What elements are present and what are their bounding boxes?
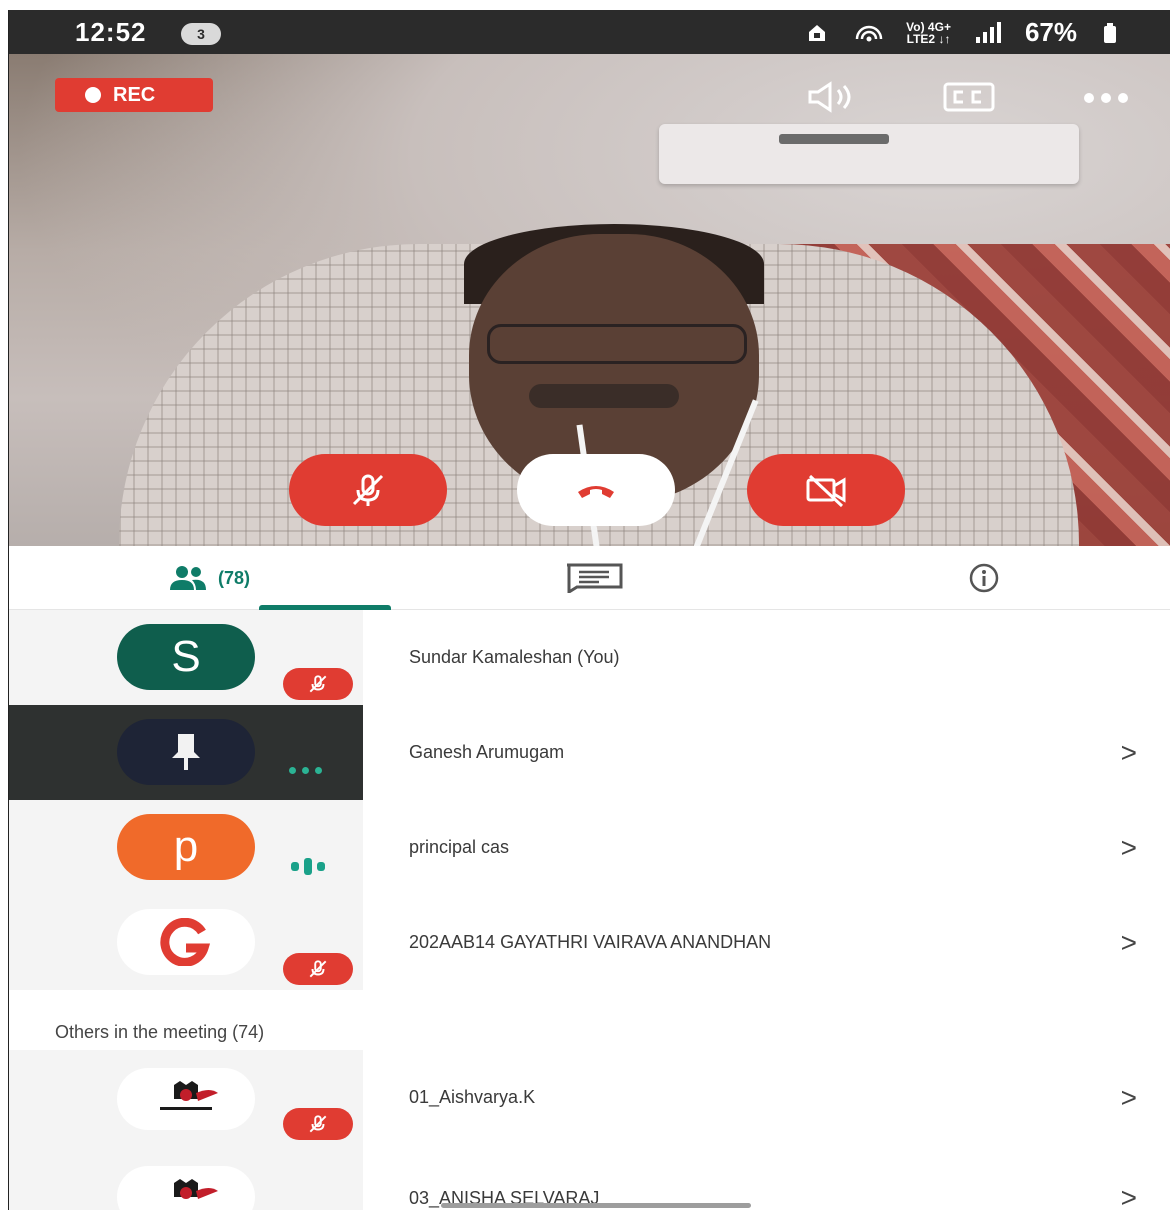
speaker-icon[interactable] (804, 80, 860, 114)
chevron-right-icon[interactable]: > (1121, 705, 1137, 800)
profile-photo-icon (172, 734, 200, 770)
participant-tile: S (9, 610, 363, 705)
record-dot-icon (85, 87, 101, 103)
participant-tile: p (9, 800, 363, 895)
info-icon (969, 563, 999, 593)
phone-hangup-icon (578, 486, 614, 498)
video-ac-unit (659, 124, 1079, 184)
hotspot-icon (855, 25, 883, 41)
battery-percent: 67% (1024, 17, 1077, 47)
mic-off-icon (309, 1115, 327, 1133)
participant-row[interactable]: p principal cas > (9, 800, 1170, 895)
participant-row[interactable]: 01_Aishvarya.K > (9, 1050, 1170, 1160)
camera-toggle-button[interactable] (747, 454, 905, 526)
avatar: S (117, 624, 255, 690)
participant-tile (9, 1160, 363, 1210)
participant-muted-indicator (283, 1108, 353, 1140)
avatar-letter: p (173, 822, 199, 871)
mic-off-icon (309, 960, 327, 978)
tab-chat[interactable] (529, 546, 659, 610)
participant-row[interactable]: 202AAB14 GAYATHRI VAIRAVA ANANDHAN > (9, 895, 1170, 990)
others-section-header: Others in the meeting (74) (9, 990, 1170, 1050)
avatar (117, 719, 255, 785)
battery-icon (1104, 22, 1116, 43)
recording-label: REC (113, 83, 156, 106)
people-count: (78) (217, 567, 250, 588)
network-type: Vo) 4G+ LTE2 ↓↑ (906, 21, 951, 45)
participant-tile (9, 705, 363, 800)
avatar (117, 1068, 255, 1130)
participant-row[interactable]: Ganesh Arumugam > (9, 705, 1170, 800)
participant-muted-indicator (283, 668, 353, 700)
recording-badge: REC (55, 78, 213, 112)
status-icons: Vo) 4G+ LTE2 ↓↑ 67% (802, 17, 1121, 48)
chat-icon (567, 563, 623, 593)
team-logo-icon (174, 1179, 218, 1199)
signal-icon (975, 21, 1001, 43)
participant-tile (9, 895, 363, 990)
network-label-bottom: LTE2 ↓↑ (906, 31, 951, 46)
participant-name: Ganesh Arumugam (409, 742, 565, 762)
tab-bar: (78) (9, 546, 1170, 610)
camera-off-icon (806, 474, 846, 508)
avatar (117, 909, 255, 975)
status-time: 12:52 (75, 17, 147, 47)
people-icon (169, 566, 206, 590)
home-lock-icon (809, 24, 826, 41)
chevron-right-icon[interactable]: > (1121, 1168, 1137, 1210)
mic-off-icon (352, 474, 384, 506)
participant-name: 01_Aishvarya.K (409, 1087, 536, 1107)
chevron-right-icon[interactable]: > (1121, 895, 1137, 990)
speaking-indicator (291, 858, 325, 875)
participant-muted-indicator (283, 953, 353, 985)
chevron-right-icon[interactable]: > (1121, 1050, 1137, 1145)
avatar (117, 1166, 255, 1210)
g-logo-icon (160, 918, 211, 966)
participant-name: Sundar Kamaleshan (You) (409, 647, 620, 667)
participant-list: S Sundar Kamaleshan (You) Ganesh Arumuga… (9, 610, 1170, 1210)
network-label-top: Vo) 4G+ (906, 19, 951, 34)
tab-info[interactable] (919, 546, 1049, 610)
participant-name: 202AAB14 GAYATHRI VAIRAVA ANANDHAN (409, 932, 772, 952)
home-indicator[interactable] (441, 1203, 751, 1208)
more-icon[interactable] (1081, 92, 1131, 104)
mic-off-icon (309, 675, 327, 693)
connecting-indicator (289, 767, 322, 774)
cc-icon[interactable] (941, 80, 997, 114)
tab-people[interactable]: (78) (129, 546, 391, 610)
notification-count-badge: 3 (181, 23, 221, 45)
chevron-right-icon[interactable]: > (1121, 800, 1137, 895)
avatar: p (117, 814, 255, 880)
participant-name: principal cas (409, 837, 510, 857)
mute-button[interactable] (289, 454, 447, 526)
end-call-button[interactable] (517, 454, 675, 526)
participant-row[interactable]: S Sundar Kamaleshan (You) (9, 610, 1170, 705)
meet-call-screen: 12:52 3 Vo) 4G+ LTE2 ↓↑ 67% REC (78) S S… (8, 10, 1170, 1210)
avatar-letter: S (171, 632, 201, 681)
participant-tile (9, 1050, 363, 1160)
video-feed: REC (9, 54, 1170, 546)
team-logo-icon (160, 1081, 218, 1110)
status-bar: 12:52 3 Vo) 4G+ LTE2 ↓↑ 67% (9, 10, 1170, 54)
